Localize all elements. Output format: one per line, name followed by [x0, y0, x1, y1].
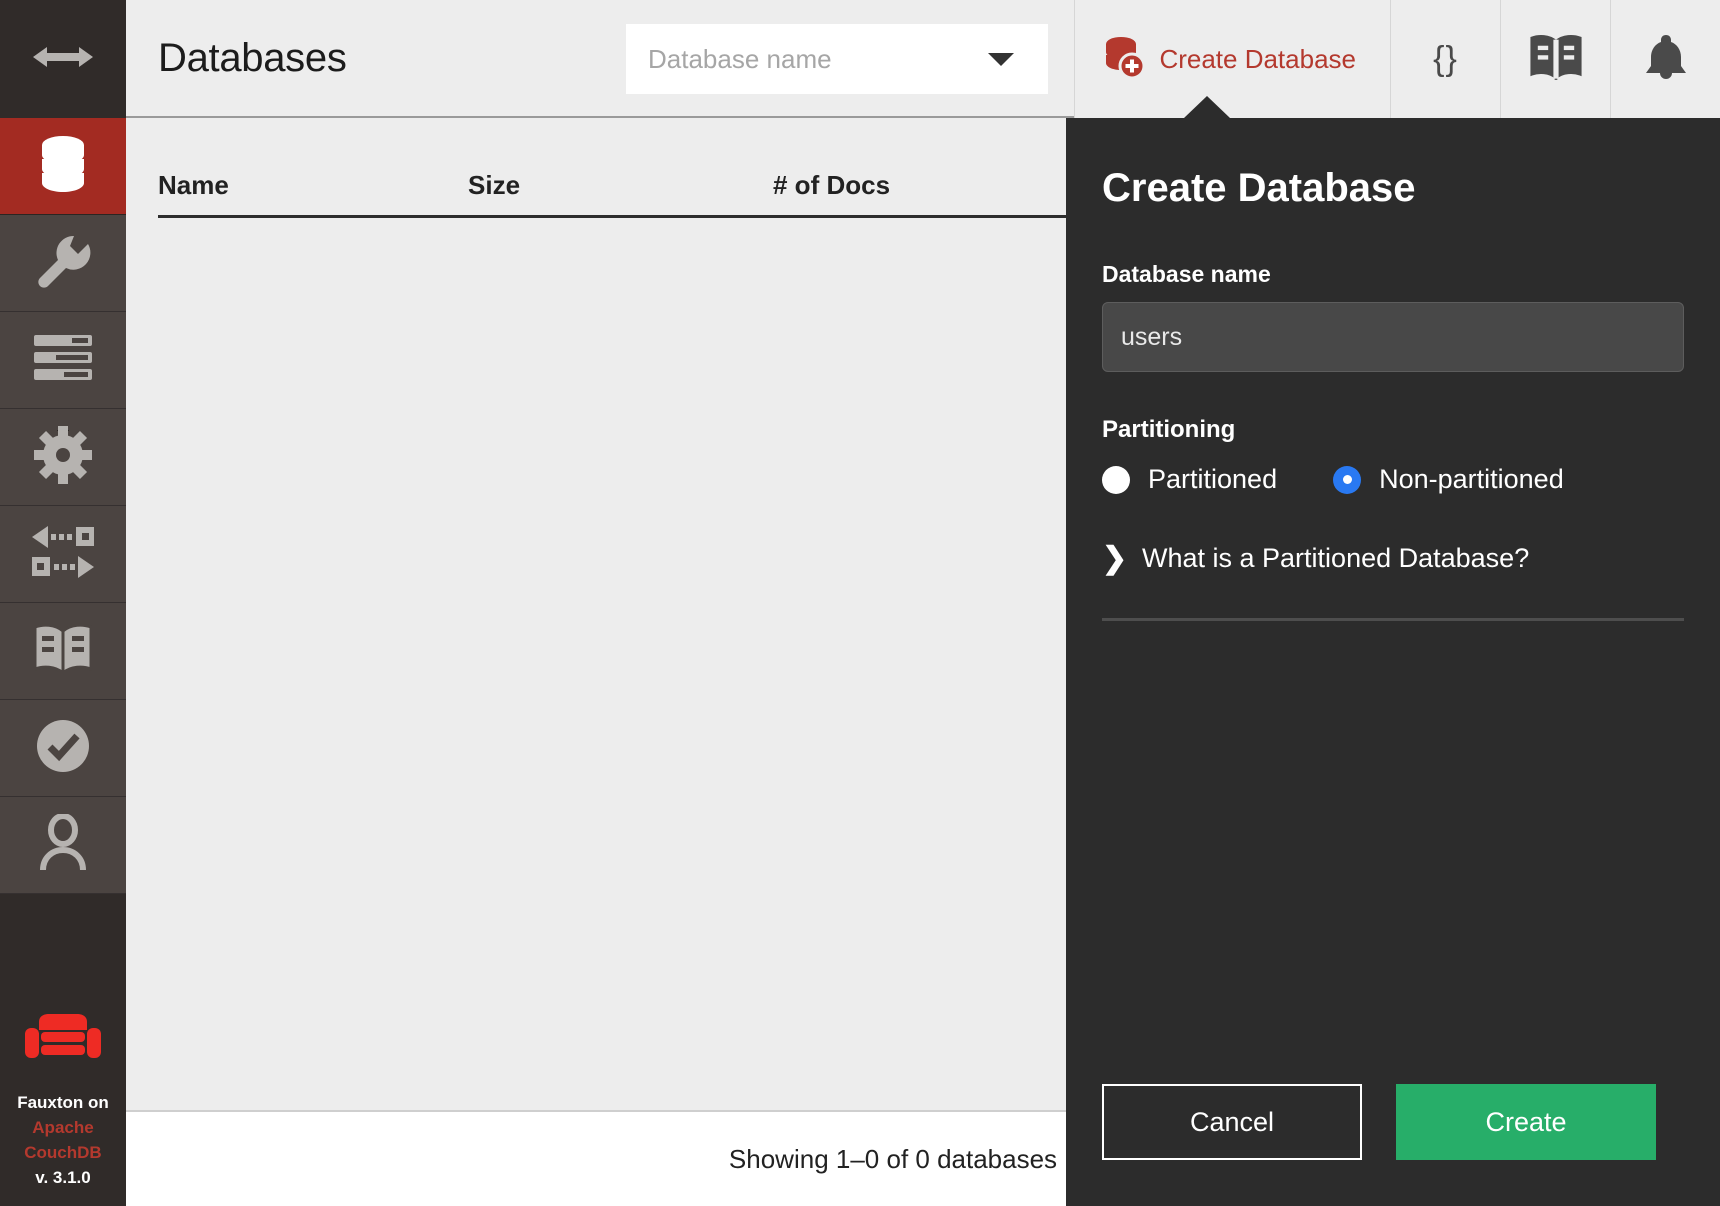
brand-version: v. 3.1.0 — [35, 1168, 91, 1187]
page-title: Databases — [158, 35, 347, 80]
gear-icon — [34, 425, 92, 489]
sidebar-item-active-tasks[interactable] — [0, 312, 126, 409]
book-icon — [33, 623, 93, 680]
database-plus-icon — [1103, 35, 1146, 84]
sidebar-brand: Fauxton on Apache CouchDB v. 3.1.0 — [0, 1012, 126, 1206]
top-header: Databases Database name Create Database … — [126, 0, 1720, 118]
wrench-icon — [34, 232, 92, 295]
radio-option-partitioned[interactable]: Partitioned — [1102, 464, 1277, 495]
create-database-label: Create Database — [1159, 43, 1356, 74]
create-database-button[interactable]: Create Database — [1074, 0, 1390, 118]
radio-label-partitioned: Partitioned — [1148, 464, 1278, 494]
database-icon — [35, 133, 91, 200]
sidebar-nav — [0, 118, 126, 894]
sidebar-item-setup[interactable] — [0, 215, 126, 312]
pagination-status: Showing 1–0 of 0 databases — [728, 1143, 1058, 1174]
panel-actions: Cancel Create — [1102, 1084, 1684, 1206]
json-view-button[interactable]: {} — [1390, 0, 1500, 118]
check-circle-icon — [35, 718, 91, 779]
bell-icon — [1644, 33, 1688, 86]
database-search-box[interactable] — [626, 24, 1048, 94]
documentation-button[interactable] — [1500, 0, 1610, 118]
sidebar-item-verify[interactable] — [0, 700, 126, 797]
sidebar-item-documentation[interactable] — [0, 603, 126, 700]
partitioning-label: Partitioning — [1102, 416, 1236, 443]
sidebar-spacer — [0, 894, 126, 1012]
book-icon — [1529, 34, 1582, 85]
sidebar-item-account[interactable] — [0, 797, 126, 894]
replication-arrows-icon — [31, 525, 95, 583]
server-list-icon — [34, 334, 92, 386]
panel-title: Create Database — [1102, 166, 1416, 210]
fauxton-app: Fauxton on Apache CouchDB v. 3.1.0 Datab… — [0, 0, 1720, 1206]
radio-label-non-partitioned: Non-partitioned — [1379, 464, 1564, 494]
brand-line-1: Fauxton on — [17, 1093, 109, 1112]
search-input[interactable] — [626, 24, 986, 94]
sidebar: Fauxton on Apache CouchDB v. 3.1.0 — [0, 0, 126, 1206]
chevron-down-icon[interactable] — [988, 52, 1014, 66]
sidebar-item-configuration[interactable] — [0, 409, 126, 506]
radio-indicator-non-partitioned[interactable] — [1333, 465, 1362, 494]
sidebar-item-replication[interactable] — [0, 506, 126, 603]
create-button[interactable]: Create — [1396, 1084, 1656, 1160]
resize-horizontal-icon — [31, 44, 95, 75]
database-name-label: Database name — [1102, 261, 1271, 287]
sidebar-item-databases[interactable] — [0, 118, 126, 215]
column-header-name[interactable]: Name — [158, 170, 468, 201]
brand-line-2: Apache — [32, 1118, 94, 1137]
table-header-row: Name Size # of Docs — [158, 118, 1070, 218]
column-header-docs[interactable]: # of Docs — [773, 170, 1053, 201]
sidebar-toggle-button[interactable] — [0, 0, 126, 118]
partitioning-radio-group: Partitioned Non-partitioned — [1102, 464, 1684, 495]
database-name-input[interactable] — [1102, 302, 1684, 372]
panel-filler — [1102, 621, 1684, 1084]
header-toolbar: Create Database {} — [1074, 0, 1720, 118]
radio-indicator-partitioned[interactable] — [1102, 465, 1130, 494]
json-braces-icon: {} — [1433, 39, 1458, 78]
cancel-button[interactable]: Cancel — [1102, 1084, 1362, 1160]
create-database-panel: Create Database Database name Partitioni… — [1066, 96, 1720, 1206]
user-icon — [40, 812, 86, 877]
chevron-right-icon: ❯ — [1102, 542, 1128, 575]
couch-logo-icon — [0, 1012, 126, 1068]
partitioned-help-label: What is a Partitioned Database? — [1142, 543, 1530, 573]
panel-pointer-arrow — [1184, 96, 1230, 118]
partitioned-help-toggle[interactable]: ❯ What is a Partitioned Database? — [1102, 541, 1684, 576]
radio-option-non-partitioned[interactable]: Non-partitioned — [1333, 464, 1564, 495]
brand-text: Fauxton on Apache CouchDB v. 3.1.0 — [0, 1090, 126, 1190]
notifications-button[interactable] — [1610, 0, 1720, 118]
brand-line-3: CouchDB — [24, 1143, 102, 1162]
column-header-size[interactable]: Size — [468, 170, 773, 201]
